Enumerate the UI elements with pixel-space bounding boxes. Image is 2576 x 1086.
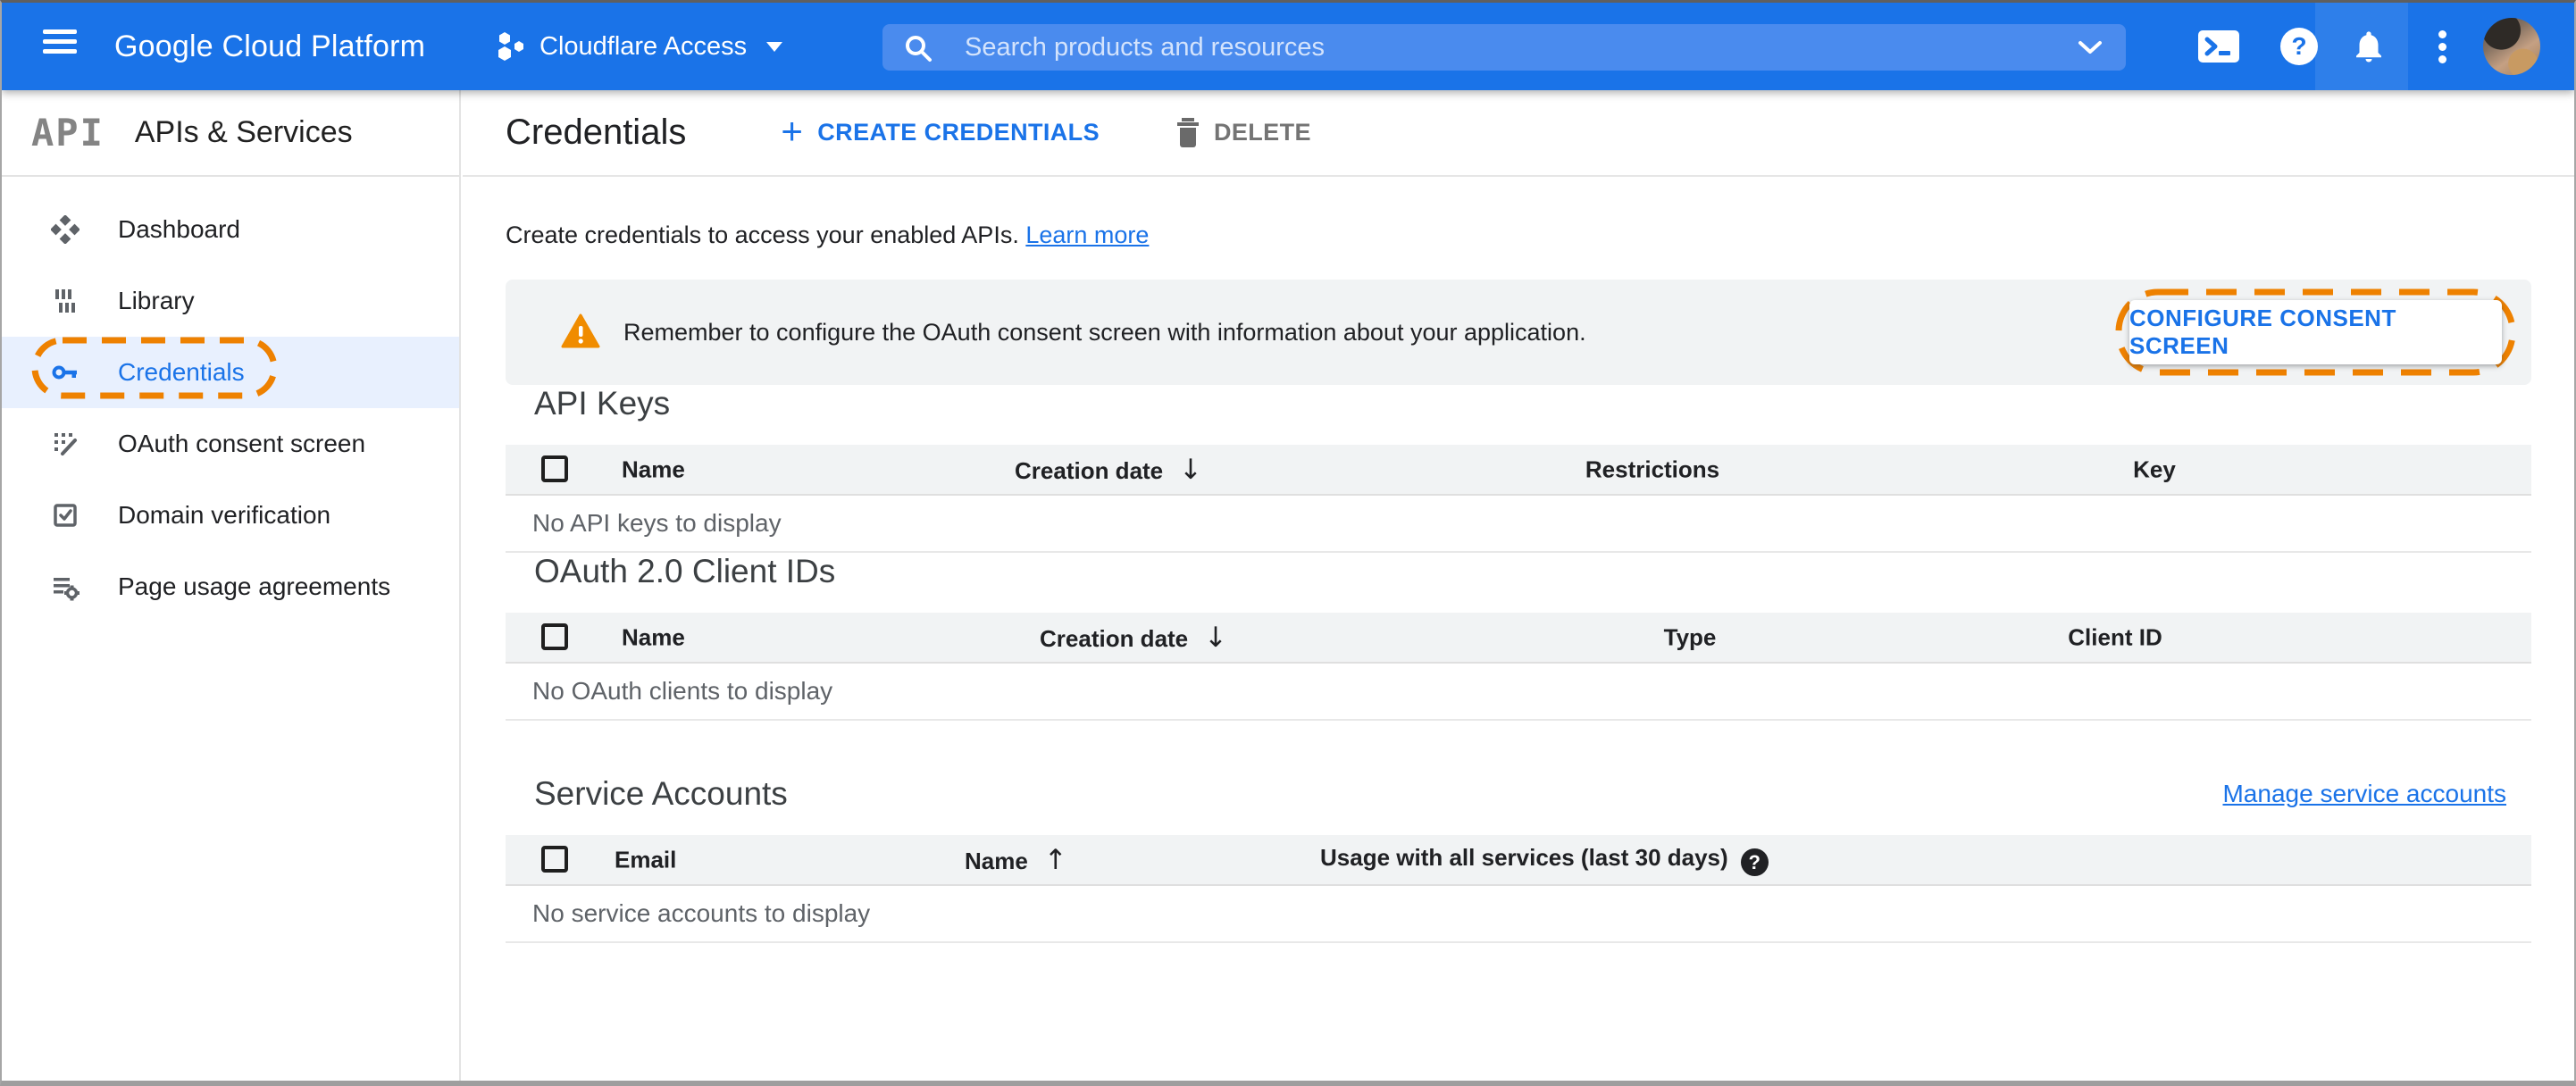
project-hexagons-icon (498, 32, 523, 61)
column-header-key[interactable]: Key (2133, 455, 2176, 483)
plus-icon: + (781, 109, 804, 152)
sidebar-item-credentials[interactable]: Credentials (2, 337, 459, 408)
sidebar-item-label: Page usage agreements (118, 572, 391, 600)
account-avatar[interactable] (2483, 18, 2540, 75)
section-title-api-keys: API Keys (534, 385, 671, 422)
help-icon: ? (2280, 28, 2318, 65)
select-all-checkbox[interactable] (541, 846, 568, 873)
empty-state-text: No API keys to display (506, 496, 2531, 553)
column-header-creation-date[interactable]: Creation date ↓ (1040, 622, 1227, 654)
api-logo: API (31, 111, 105, 155)
column-header-client-id[interactable]: Client ID (2068, 623, 2162, 651)
sidebar-item-label: Credentials (118, 358, 245, 386)
product-logo[interactable]: Google Cloud Platform (114, 3, 425, 90)
sidebar-title: APIs & Services (134, 115, 353, 149)
library-icon (55, 289, 75, 313)
column-header-name[interactable]: Name ↑ (965, 844, 1067, 876)
browser-window: Google Cloud Platform Cloudflare Access … (0, 0, 2576, 1086)
sidebar-nav: Dashboard Library Credentials OAuth cons… (2, 177, 459, 622)
domain-verification-icon (54, 504, 77, 527)
three-dots-icon (2438, 26, 2446, 68)
section-title-oauth-clients: OAuth 2.0 Client IDs (534, 553, 836, 589)
column-header-name[interactable]: Name (622, 455, 685, 483)
sidebar-item-dashboard[interactable]: Dashboard (2, 194, 459, 265)
more-options-button[interactable] (2430, 3, 2455, 90)
dashboard-icon (51, 215, 79, 244)
help-button[interactable]: ? (2278, 3, 2321, 90)
top-bar: Google Cloud Platform Cloudflare Access … (2, 3, 2574, 90)
sidebar-header: API APIs & Services (2, 90, 459, 177)
oauth-table-header: Name Creation date ↓ Type Client ID (506, 613, 2531, 664)
warning-icon (561, 313, 600, 348)
consent-warning-banner: Remember to configure the OAuth consent … (506, 280, 2531, 385)
project-dropdown-arrow-icon (766, 41, 783, 52)
learn-more-link[interactable]: Learn more (1025, 221, 1149, 248)
service-accounts-table: Email Name ↑ Usage with all services (las… (506, 835, 2531, 943)
banner-text: Remember to configure the OAuth consent … (623, 319, 1586, 346)
search-bar[interactable]: Search products and resources (882, 24, 2126, 71)
column-header-email[interactable]: Email (615, 846, 676, 873)
sidebar-item-label: Dashboard (118, 215, 240, 243)
empty-state-text: No service accounts to display (506, 886, 2531, 943)
intro-text: Create credentials to access your enable… (506, 221, 1150, 248)
sort-asc-icon[interactable]: ↑ (1044, 844, 1067, 876)
search-icon (906, 36, 932, 62)
section-title-service-accounts: Service Accounts (534, 775, 788, 812)
sort-desc-icon[interactable]: ↓ (1179, 454, 1202, 486)
sidebar-item-page-usage-agreements[interactable]: Page usage agreements (2, 551, 459, 622)
content: Create credentials to access your enable… (463, 221, 2574, 943)
empty-state-text: No OAuth clients to display (506, 664, 2531, 721)
select-all-checkbox[interactable] (541, 623, 568, 650)
api-keys-table: Name Creation date ↓ Restrictions Key No … (506, 445, 2531, 553)
usage-help-icon[interactable]: ? (1740, 848, 1769, 876)
cloud-shell-icon (2198, 30, 2239, 63)
key-icon (52, 365, 77, 380)
sidebar-item-domain-verification[interactable]: Domain verification (2, 480, 459, 551)
api-keys-table-header: Name Creation date ↓ Restrictions Key (506, 445, 2531, 496)
sidebar: API APIs & Services Dashboard Library Cr… (2, 90, 461, 1081)
manage-service-accounts-link[interactable]: Manage service accounts (2222, 780, 2506, 808)
delete-button[interactable]: DELETE (1175, 117, 1311, 149)
trash-icon (1176, 117, 1199, 147)
bell-icon (2356, 31, 2381, 63)
select-all-checkbox[interactable] (541, 455, 568, 482)
column-header-name[interactable]: Name (622, 623, 685, 651)
page-usage-agreements-icon (54, 578, 79, 601)
service-accounts-heading-row: Service Accounts Manage service accounts (506, 775, 2531, 813)
page-header: Credentials + CREATE CREDENTIALS DELETE (463, 90, 2574, 177)
service-accounts-table-header: Email Name ↑ Usage with all services (las… (506, 835, 2531, 886)
sidebar-item-label: Domain verification (118, 501, 331, 529)
search-placeholder: Search products and resources (965, 33, 1325, 62)
configure-consent-screen-button[interactable]: CONFIGURE CONSENT SCREEN (2129, 300, 2502, 364)
sidebar-item-library[interactable]: Library (2, 265, 459, 337)
column-header-type[interactable]: Type (1664, 623, 1717, 651)
search-expand-chevron-icon[interactable] (2078, 40, 2103, 55)
sidebar-item-oauth-consent-screen[interactable]: OAuth consent screen (2, 408, 459, 480)
column-header-usage[interactable]: Usage with all services (last 30 days)? (1320, 844, 1769, 876)
project-selector[interactable]: Cloudflare Access (495, 3, 783, 90)
sidebar-item-label: OAuth consent screen (118, 430, 366, 457)
main-area: Credentials + CREATE CREDENTIALS DELETE … (463, 90, 2574, 1081)
oauth-consent-icon (54, 433, 77, 455)
project-name: Cloudflare Access (539, 31, 748, 61)
sort-desc-icon[interactable]: ↓ (1204, 622, 1227, 654)
consent-button-wrap: CONFIGURE CONSENT SCREEN (2115, 288, 2516, 376)
create-credentials-button[interactable]: + CREATE CREDENTIALS (781, 109, 1100, 155)
hamburger-menu-icon[interactable] (43, 29, 79, 63)
column-header-creation-date[interactable]: Creation date ↓ (1015, 454, 1202, 486)
cloud-shell-button[interactable] (2195, 3, 2242, 90)
notifications-button[interactable] (2344, 3, 2394, 90)
column-header-restrictions[interactable]: Restrictions (1585, 455, 1719, 483)
page-title: Credentials (506, 113, 687, 152)
sidebar-item-label: Library (118, 287, 195, 314)
oauth-clients-table: Name Creation date ↓ Type Client ID No OA… (506, 613, 2531, 721)
